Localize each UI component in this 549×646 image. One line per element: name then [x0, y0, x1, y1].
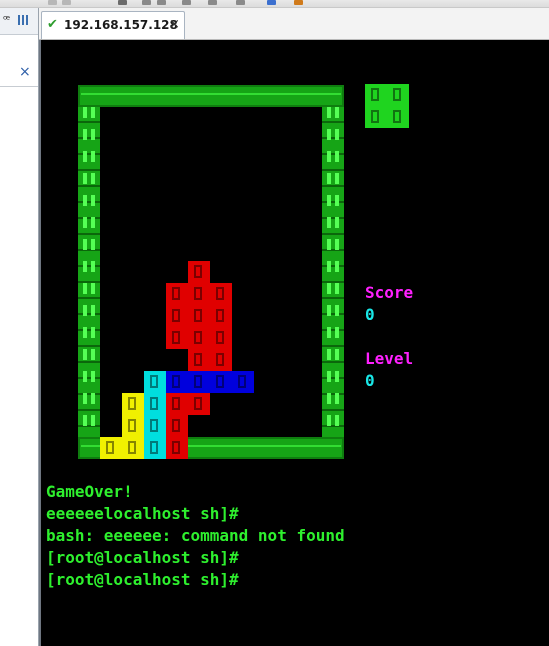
- board-block: [232, 371, 254, 393]
- toolbar-icon[interactable]: [118, 0, 127, 5]
- left-panel: ꟹ ×: [0, 8, 39, 646]
- board-block: [210, 349, 232, 371]
- board-block: [144, 393, 166, 415]
- board-block: [166, 283, 188, 305]
- board-block: [188, 305, 210, 327]
- level-value: 0: [365, 371, 375, 390]
- board-block: [166, 327, 188, 349]
- board-block: [100, 437, 122, 459]
- board-block: [144, 371, 166, 393]
- board-frame-left: [78, 107, 100, 437]
- board-block: [122, 415, 144, 437]
- toolbar-icon[interactable]: [48, 0, 57, 5]
- board-block: [188, 327, 210, 349]
- grid-icon[interactable]: [18, 15, 30, 25]
- close-icon[interactable]: ×: [169, 17, 180, 32]
- toolbar-icon[interactable]: [62, 0, 71, 5]
- tab-strip: ✔ 192.168.157.128 ×: [39, 8, 549, 40]
- board-block: [188, 349, 210, 371]
- board-block: [144, 437, 166, 459]
- tab-session[interactable]: ✔ 192.168.157.128 ×: [41, 11, 185, 39]
- board-block: [188, 283, 210, 305]
- terminal-line: [root@localhost sh]#: [46, 570, 239, 589]
- board-block: [144, 415, 166, 437]
- toolbar-icon[interactable]: [236, 0, 245, 5]
- terminal-line: bash: eeeeee: command not found: [46, 526, 345, 545]
- pin-icon[interactable]: ꟹ: [3, 13, 10, 26]
- check-icon: ✔: [47, 17, 58, 32]
- next-piece-block: [365, 84, 387, 106]
- toolbar-icon[interactable]: [267, 0, 276, 5]
- board-block: [166, 305, 188, 327]
- board-frame-top: [78, 85, 344, 107]
- board-block: [122, 437, 144, 459]
- board-block: [188, 261, 210, 283]
- board-block: [122, 393, 144, 415]
- board-block: [166, 393, 188, 415]
- toolbar-icon[interactable]: [294, 0, 303, 5]
- next-piece-block: [387, 106, 409, 128]
- divider: [0, 86, 38, 87]
- board-block: [210, 327, 232, 349]
- next-piece-block: [387, 84, 409, 106]
- tab-title: 192.168.157.128: [64, 18, 178, 32]
- board-block: [210, 305, 232, 327]
- board-frame-right: [322, 107, 344, 437]
- left-panel-header: ꟹ: [0, 8, 38, 35]
- terminal-line: eeeeeelocalhost sh]#: [46, 504, 239, 523]
- board-block: [166, 415, 188, 437]
- terminal-line: [root@localhost sh]#: [46, 548, 239, 567]
- score-value: 0: [365, 305, 375, 324]
- toolbar-icon[interactable]: [142, 0, 151, 5]
- level-label: Level: [365, 349, 414, 368]
- toolbar: [0, 0, 549, 8]
- toolbar-icon[interactable]: [157, 0, 166, 5]
- board-block: [188, 393, 210, 415]
- game-board: [78, 85, 344, 459]
- board-block: [210, 371, 232, 393]
- score-label: Score: [365, 283, 414, 302]
- next-piece-block: [365, 106, 387, 128]
- close-icon[interactable]: ×: [19, 65, 31, 79]
- toolbar-icon[interactable]: [182, 0, 191, 5]
- board-block: [188, 371, 210, 393]
- terminal-line: GameOver!: [46, 482, 133, 501]
- toolbar-icon[interactable]: [208, 0, 217, 5]
- board-block: [166, 437, 188, 459]
- board-block: [210, 283, 232, 305]
- next-piece-preview: [365, 84, 409, 128]
- board-block: [166, 371, 188, 393]
